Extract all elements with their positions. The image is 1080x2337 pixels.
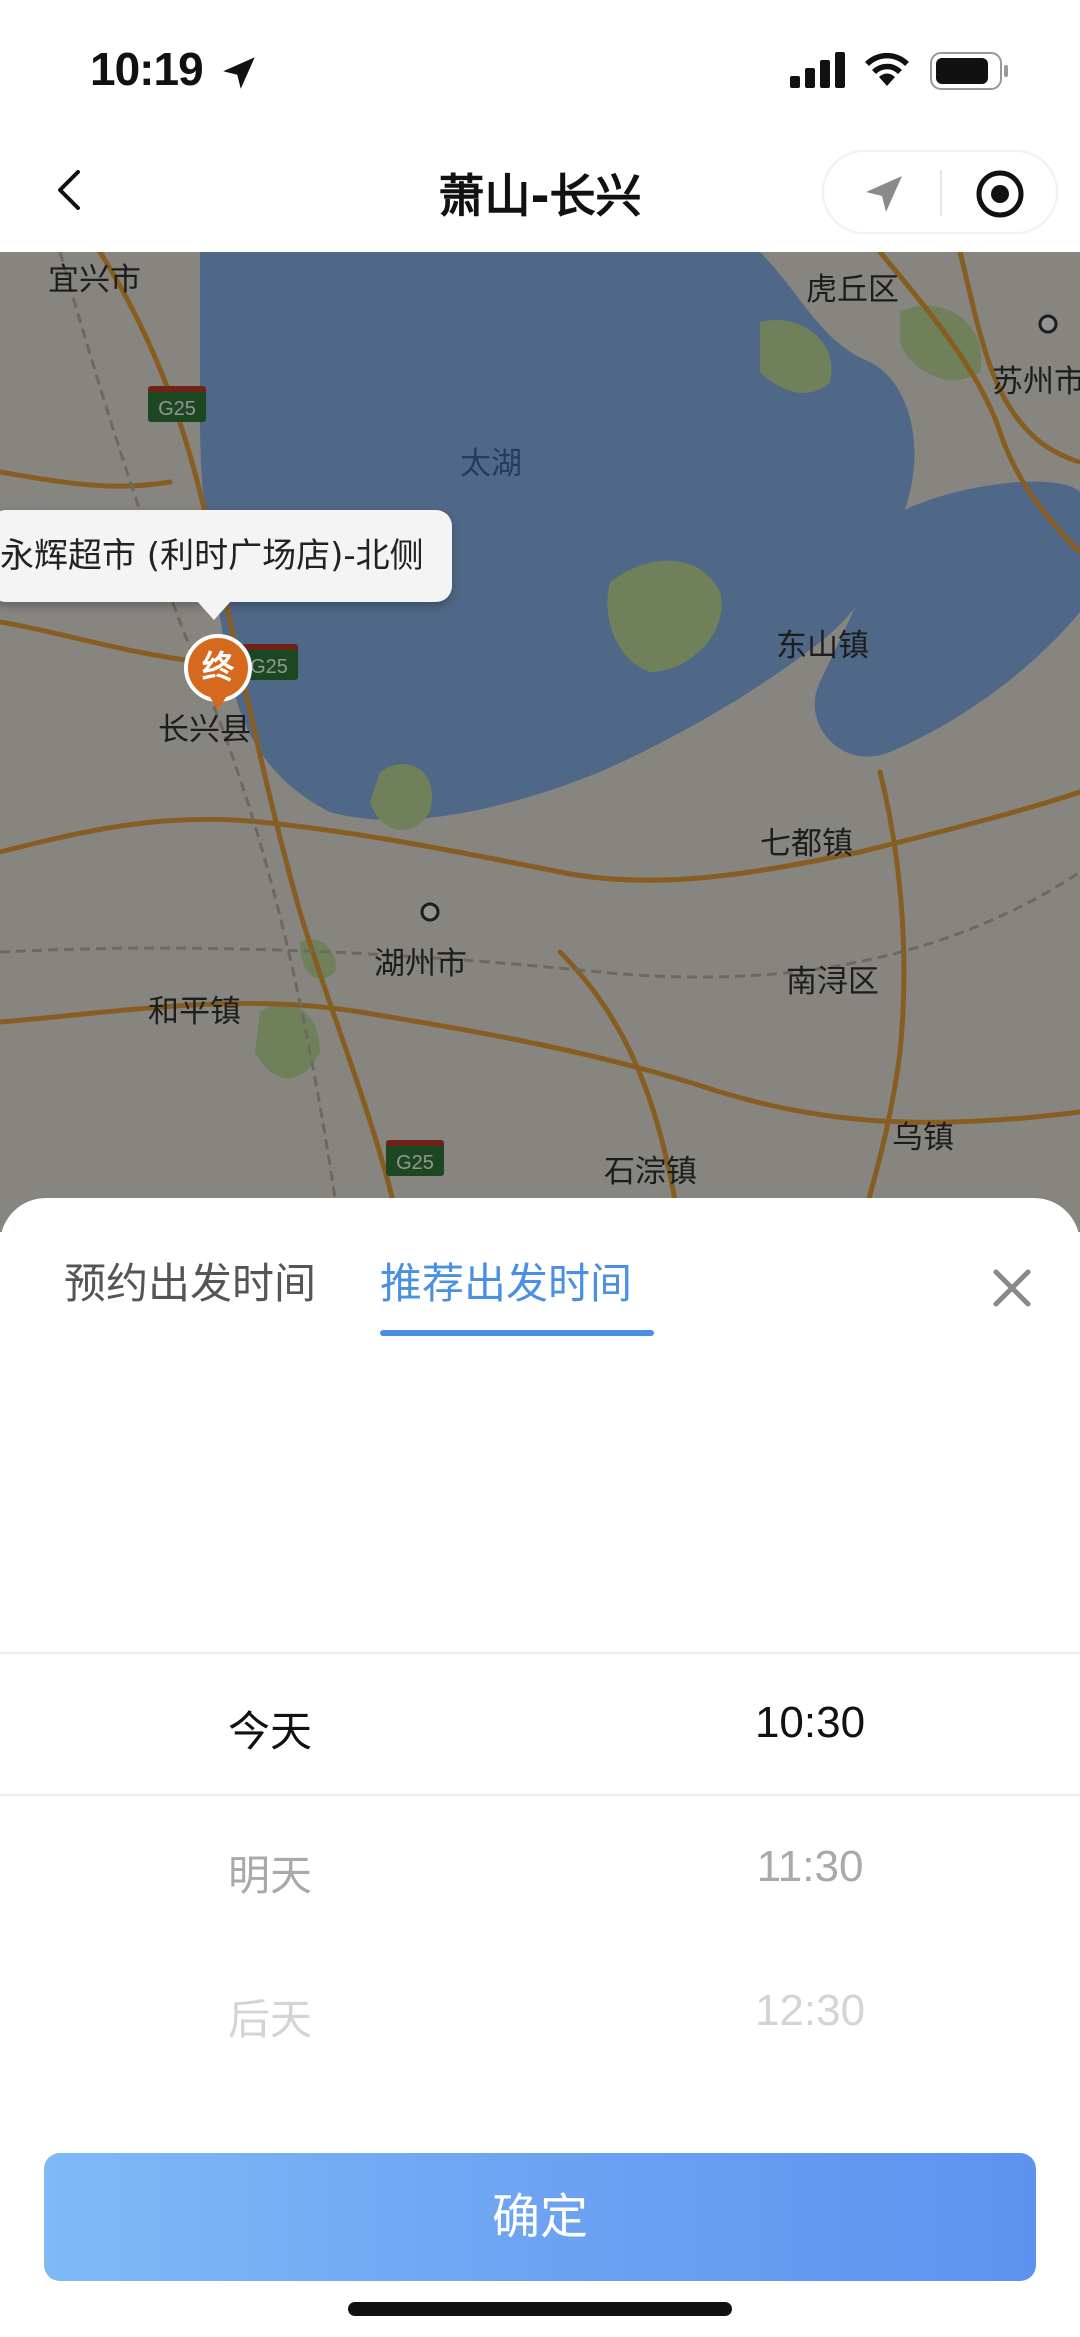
picker-time-option[interactable]: 11:30 <box>540 1842 1080 1892</box>
picker-day-option[interactable]: 后天 <box>0 1986 540 2047</box>
wifi-icon <box>865 52 909 86</box>
picker-day-option[interactable]: 今天 <box>0 1698 540 1759</box>
capsule-divider <box>940 170 942 216</box>
cellular-signal-icon <box>790 52 845 88</box>
map-view[interactable]: 宜兴市 虎丘区 苏州市 太湖 东山镇 长兴县 七都镇 湖州市 南浔区 和平镇 乌… <box>0 252 1080 1232</box>
status-time: 10:19 <box>90 43 204 95</box>
destination-callout[interactable]: 永辉超市 (利时广场店)-北侧 <box>0 510 452 620</box>
picker-selection-top-line <box>0 1652 1080 1654</box>
location-arrow-icon <box>223 57 255 89</box>
picker-selection-bottom-line <box>0 1794 1080 1796</box>
end-marker-pin[interactable]: 终 <box>184 634 252 710</box>
navigation-bar: 萧山-长兴 <box>0 130 1080 252</box>
mini-program-capsule <box>822 150 1058 234</box>
navigation-arrow-icon[interactable] <box>860 170 908 218</box>
picker-day-option[interactable]: 明天 <box>0 1842 540 1903</box>
tab-reserve-departure[interactable]: 预约出发时间 <box>64 1250 316 1311</box>
active-tab-indicator <box>380 1330 654 1336</box>
picker-time-option[interactable]: 12:30 <box>540 1986 1080 2036</box>
battery-icon <box>930 52 1008 90</box>
status-bar: 10:19 <box>0 0 1080 130</box>
confirm-button[interactable]: 确定 <box>44 2153 1036 2281</box>
home-indicator <box>348 2302 732 2316</box>
map-dim-overlay <box>0 252 1080 1232</box>
tab-recommend-departure[interactable]: 推荐出发时间 <box>380 1250 632 1311</box>
target-icon[interactable] <box>974 168 1026 220</box>
picker-time-option[interactable]: 10:30 <box>540 1698 1080 1748</box>
close-icon[interactable] <box>988 1264 1036 1312</box>
departure-time-sheet: 预约出发时间 推荐出发时间 今天 10:30 明天 11:30 后天 12:30… <box>0 1198 1080 2337</box>
